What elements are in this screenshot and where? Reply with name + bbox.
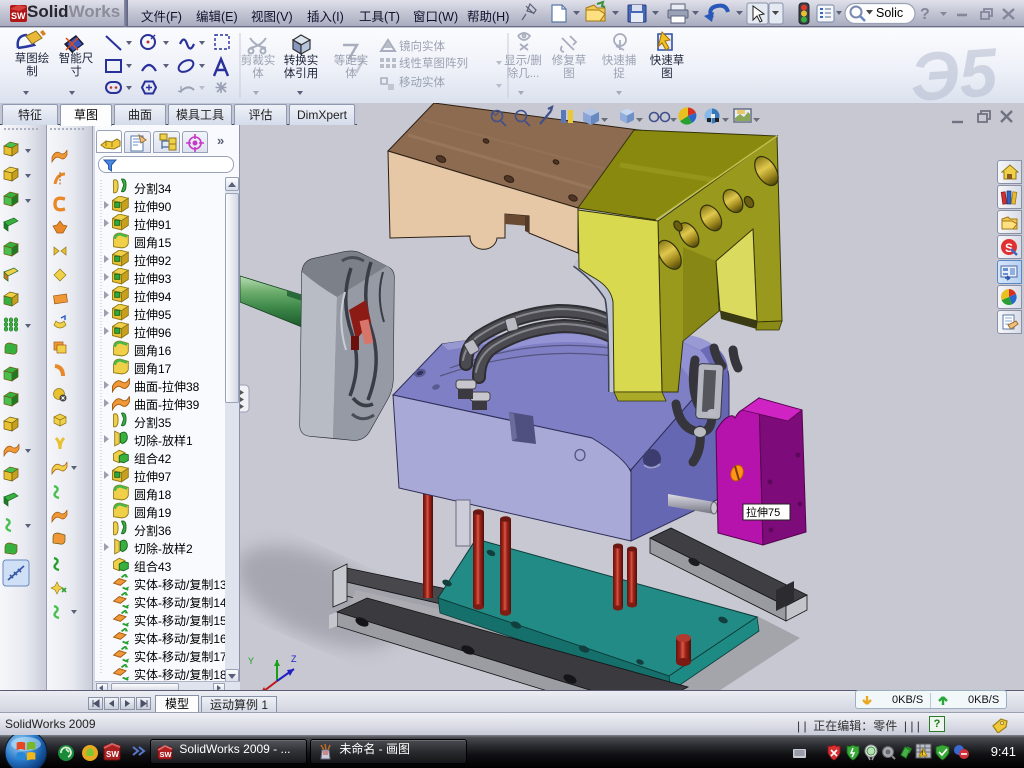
svg-text:!: !: [921, 751, 923, 757]
svg-text:SW: SW: [160, 750, 173, 759]
svg-text:拉伸75: 拉伸75: [746, 505, 780, 519]
svg-text:SW: SW: [11, 11, 26, 21]
svg-text:?: ?: [920, 6, 930, 23]
svg-text:Solic: Solic: [876, 6, 903, 20]
svg-text:Э5: Э5: [908, 34, 1001, 103]
svg-text:Z: Z: [291, 654, 297, 664]
svg-text:SW: SW: [106, 750, 119, 759]
svg-text:S: S: [1005, 241, 1013, 255]
svg-text:Y: Y: [248, 656, 254, 666]
